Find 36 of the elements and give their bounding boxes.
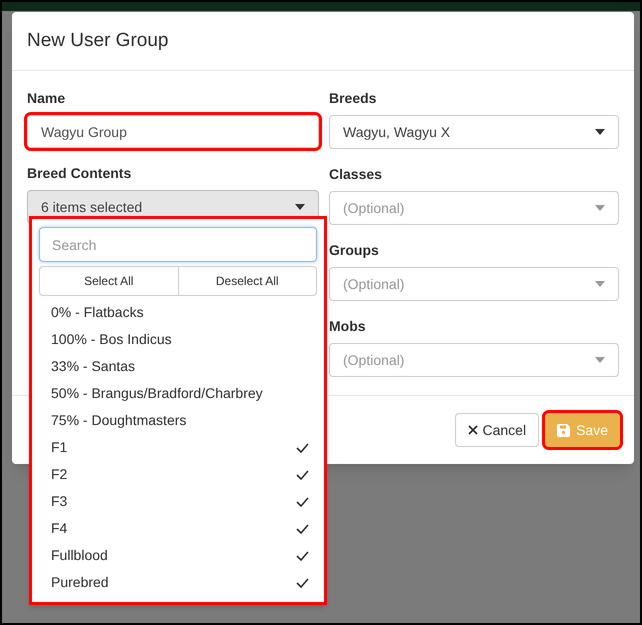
dropdown-option[interactable]: 75% - Doughtmasters <box>39 407 317 434</box>
checkmark-icon <box>296 442 309 452</box>
field-label: Name <box>27 89 66 108</box>
dropdown-option[interactable]: 50% - Brangus/Bradford/Charbrey <box>39 380 317 407</box>
search-field[interactable]: Search <box>39 227 317 262</box>
caret-icon <box>595 357 605 363</box>
select-dropdown[interactable]: Wagyu, Wagyu X <box>329 115 619 149</box>
checkmark-icon <box>296 524 309 534</box>
field-label: Breed Contents <box>27 164 132 183</box>
checkmark-icon <box>296 496 309 506</box>
dialog-title: New User Group <box>27 28 168 53</box>
name-field[interactable]: Wagyu Group <box>27 115 319 148</box>
caret-icon <box>595 129 605 135</box>
dropdown-option[interactable]: 0% - Flatbacks <box>39 299 317 326</box>
field-label: Groups <box>329 241 380 260</box>
deselect-all-button[interactable]: Deselect All <box>178 266 317 296</box>
caret-icon <box>595 205 605 211</box>
dropdown-option[interactable]: 100% - Bos Indicus <box>39 326 317 353</box>
select-all-button[interactable]: Select All <box>39 266 178 296</box>
field-label: Breeds <box>329 89 378 108</box>
checkmark-icon <box>296 578 309 588</box>
caret-icon <box>295 204 305 210</box>
dropdown-option[interactable]: F3 <box>39 488 317 515</box>
caret-icon <box>595 281 605 287</box>
close-icon <box>468 425 478 435</box>
dropdown-option[interactable]: Fullblood <box>39 542 317 569</box>
dropdown-option[interactable]: Purebred <box>39 569 317 596</box>
checkmark-icon <box>296 470 309 480</box>
dropdown-option[interactable]: 33% - Santas <box>39 353 317 380</box>
dropdown-option[interactable]: F2 <box>39 461 317 488</box>
checkmark-icon <box>296 550 309 560</box>
dropdown-option[interactable]: F1 <box>39 434 317 461</box>
dropdown-option[interactable]: F4 <box>39 515 317 542</box>
field-label: Mobs <box>329 317 367 336</box>
cancel-button[interactable]: Cancel <box>455 413 540 447</box>
field-label: Classes <box>329 165 383 184</box>
